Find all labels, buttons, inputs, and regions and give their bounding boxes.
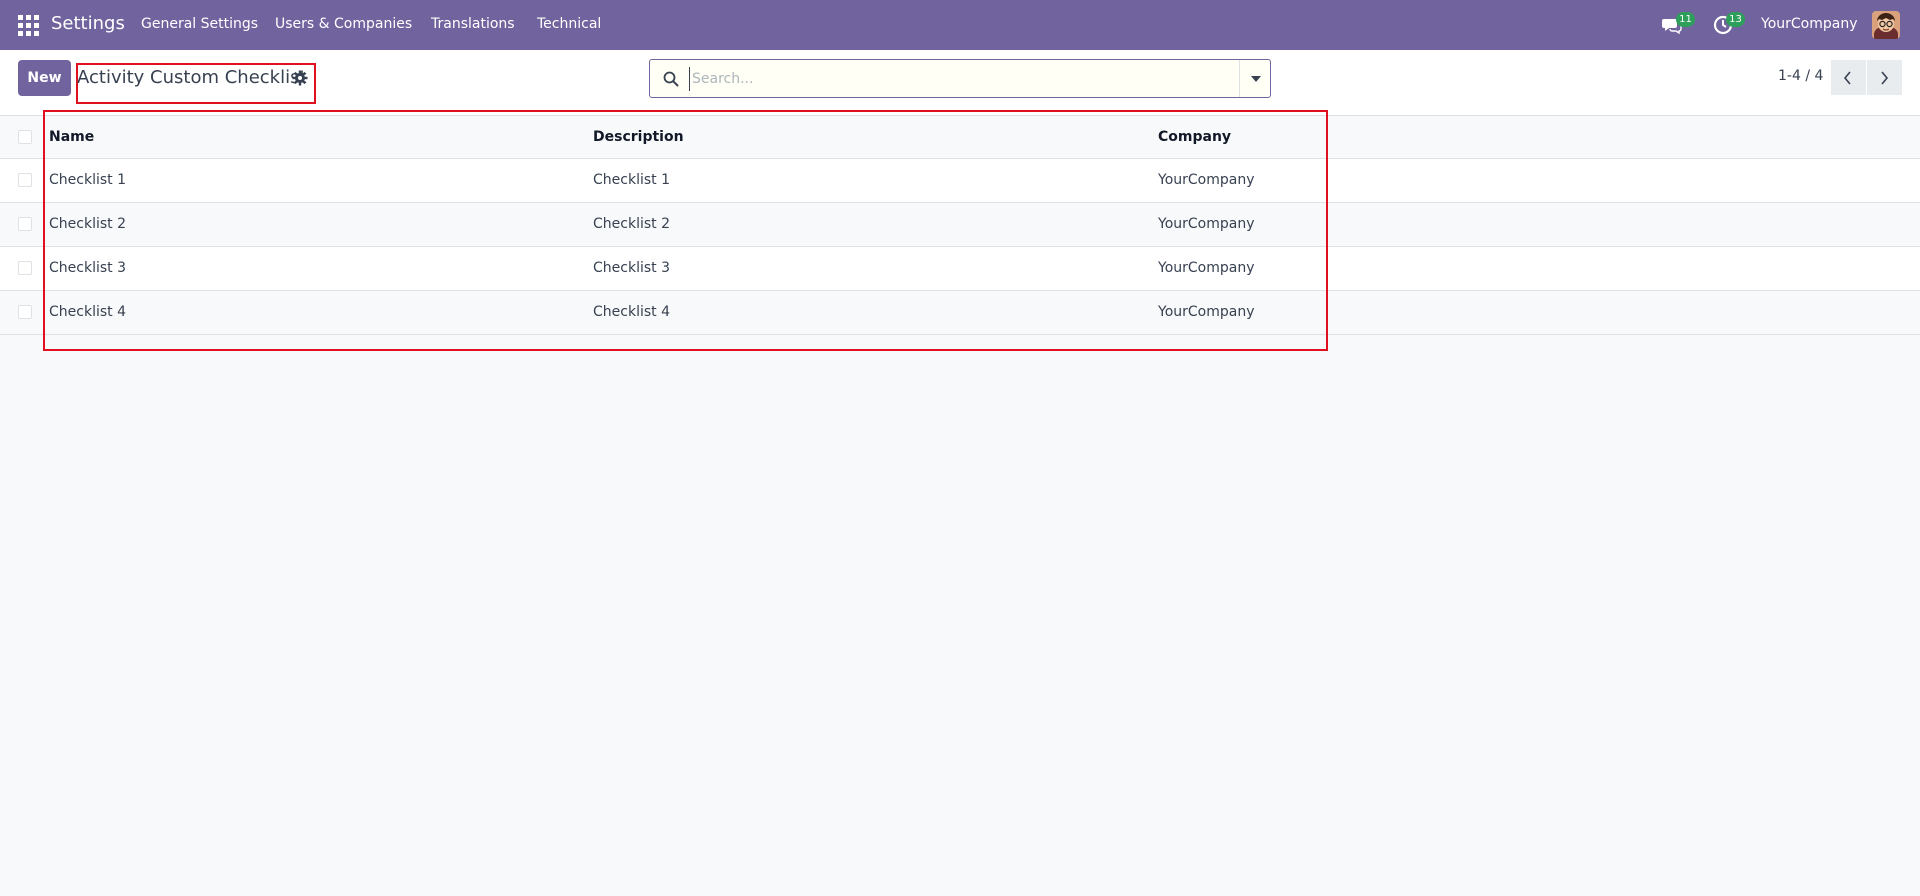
app-name[interactable]: Settings [51,13,125,34]
gear-icon[interactable] [292,70,308,86]
cell-name[interactable]: Checklist 3 [49,246,593,291]
column-header-description[interactable]: Description [593,117,1158,159]
row-select-cell [0,246,49,291]
row-select-cell [0,158,49,203]
menu-general-settings[interactable]: General Settings [141,16,258,32]
row-select-cell [0,202,49,247]
menu-users-companies[interactable]: Users & Companies [275,16,412,32]
new-button[interactable]: New [18,60,71,96]
search-bar [649,59,1271,98]
table-row[interactable]: Checklist 1 Checklist 1 YourCompany [0,158,1920,203]
cell-name[interactable]: Checklist 1 [49,158,593,203]
apps-menu-icon[interactable] [18,15,39,36]
column-header-name[interactable]: Name [49,117,593,159]
cell-name[interactable]: Checklist 2 [49,202,593,247]
pager-next-button[interactable] [1867,60,1902,95]
cell-description[interactable]: Checklist 1 [593,158,1158,203]
checklist-table: Name Description Company Checklist 1 Che… [0,117,1920,335]
messages-count-badge: 11 [1676,12,1695,27]
pager-previous-button[interactable] [1831,60,1866,95]
cell-description[interactable]: Checklist 2 [593,202,1158,247]
company-switcher[interactable]: YourCompany [1761,16,1858,32]
menu-translations[interactable]: Translations [431,16,515,32]
column-header-company[interactable]: Company [1158,117,1920,159]
table-header-row: Name Description Company [0,117,1920,159]
cell-description[interactable]: Checklist 4 [593,290,1158,335]
row-checkbox[interactable] [18,217,32,231]
pager-value[interactable]: 1-4 / 4 [1778,68,1823,84]
row-checkbox[interactable] [18,173,32,187]
row-checkbox[interactable] [18,261,32,275]
row-checkbox[interactable] [18,305,32,319]
control-panel: New Activity Custom Checklist 1-4 / 4 [0,50,1920,116]
cell-company[interactable]: YourCompany [1158,290,1920,335]
menu-technical[interactable]: Technical [537,16,601,32]
table-row[interactable]: Checklist 3 Checklist 3 YourCompany [0,246,1920,291]
cell-name[interactable]: Checklist 4 [49,290,593,335]
select-all-cell [0,117,49,159]
table-row[interactable]: Checklist 2 Checklist 2 YourCompany [0,202,1920,247]
cell-company[interactable]: YourCompany [1158,158,1920,203]
activities-count-badge: 13 [1726,12,1745,27]
cell-company[interactable]: YourCompany [1158,246,1920,291]
row-select-cell [0,290,49,335]
search-input[interactable] [689,67,1229,91]
page-title: Activity Custom Checklist [77,67,307,88]
user-avatar[interactable] [1872,11,1900,39]
top-navbar: Settings General Settings Users & Compan… [0,0,1920,50]
cell-company[interactable]: YourCompany [1158,202,1920,247]
cell-description[interactable]: Checklist 3 [593,246,1158,291]
chevron-left-icon [1843,71,1851,85]
table-row[interactable]: Checklist 4 Checklist 4 YourCompany [0,290,1920,335]
select-all-checkbox[interactable] [18,130,32,145]
chevron-right-icon [1881,71,1889,85]
search-icon [663,71,679,87]
search-options-toggle[interactable] [1240,60,1271,97]
